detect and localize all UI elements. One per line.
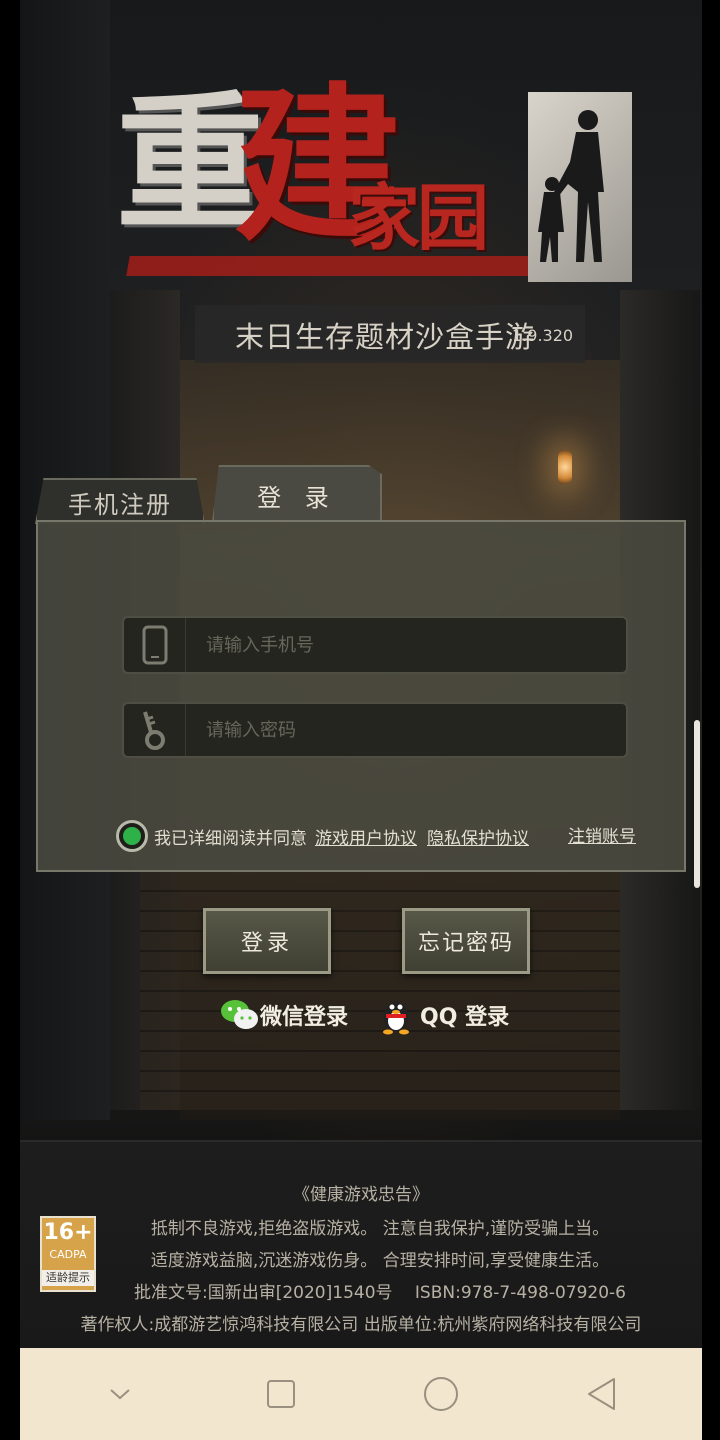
phone-field — [122, 616, 628, 674]
age-rating-org: CADPA — [49, 1248, 87, 1261]
cancel-account-link[interactable]: 注销账号 — [568, 822, 636, 847]
wechat-login-label: 微信登录 — [260, 1005, 349, 1030]
login-panel: 我已详细阅读并同意 游戏用户协议 隐私保护协议 注销账号 — [36, 520, 686, 872]
age-rating-badge[interactable]: 16+ CADPA 适龄提示 — [40, 1216, 96, 1292]
qq-login-button[interactable]: QQ 登录 — [378, 995, 509, 1035]
game-logo: 重 建 家园 — [116, 82, 636, 290]
nav-back-button[interactable] — [572, 1364, 632, 1424]
approval-number-line: 批准文号:国新出审[2020]1540号 ISBN:978-7-498-0792… — [134, 1283, 626, 1303]
phone-input[interactable] — [186, 618, 626, 672]
login-button[interactable]: 登录 — [203, 908, 331, 974]
password-input[interactable] — [186, 704, 626, 756]
corridor-floor — [140, 870, 620, 1110]
tab-phone-register[interactable]: 手机注册 — [35, 478, 205, 524]
agree-checkbox[interactable] — [116, 820, 148, 852]
forgot-password-button[interactable]: 忘记密码 — [402, 908, 530, 974]
health-advice-line-1: 抵制不良游戏,拒绝盗版游戏。 注意自我保护,谨防受骗上当。 — [150, 1219, 610, 1239]
age-rating-tip: 适龄提示 — [42, 1270, 94, 1286]
wall-lamp — [558, 450, 572, 484]
agree-text: 我已详细阅读并同意 — [154, 828, 307, 849]
game-subtitle: 末日生存题材沙盒手游 — [235, 320, 536, 354]
user-agreement-link[interactable]: 游戏用户协议 — [315, 824, 417, 849]
system-navigation-bar — [20, 1348, 702, 1440]
privacy-agreement-link[interactable]: 隐私保护协议 — [427, 824, 529, 849]
wechat-icon — [221, 1000, 258, 1029]
qq-login-label: QQ 登录 — [420, 1005, 510, 1030]
triangle-back-icon — [587, 1378, 615, 1410]
key-icon — [124, 704, 186, 756]
game-background: 重 建 家园 末日生存题材沙盒手游 1.9.320 手机注册 登 录 请输入手机… — [20, 0, 702, 1348]
scrollbar-thumb[interactable] — [694, 720, 700, 888]
nav-collapse-button[interactable] — [90, 1364, 150, 1424]
qq-penguin-icon — [383, 1002, 409, 1035]
tab-login[interactable]: 登 录 — [212, 465, 382, 523]
wechat-login-button[interactable]: 微信登录 — [220, 995, 348, 1035]
logo-silhouette-block — [528, 92, 632, 282]
health-advice-line-2: 适度游戏益脑,沉迷游戏伤身。 合理安排时间,享受健康生活。 — [150, 1251, 610, 1271]
phone-icon — [124, 618, 186, 672]
age-rating-number: 16+ — [43, 1220, 93, 1245]
circle-icon — [424, 1377, 459, 1411]
checkbox-checked-dot — [123, 827, 141, 845]
nav-recents-button[interactable] — [251, 1364, 311, 1424]
nav-home-button[interactable] — [411, 1364, 471, 1424]
logo-chars-small: 家园 — [348, 176, 489, 260]
family-silhouette-icon — [538, 110, 604, 262]
copyright-line: 著作权人:成都游艺惊鸿科技有限公司 出版单位:杭州紫府网络科技有限公司 — [80, 1315, 642, 1335]
health-advice-title: 《健康游戏忠告》 — [293, 1185, 429, 1205]
password-field — [122, 702, 628, 758]
screen: 重 建 家园 末日生存题材沙盒手游 1.9.320 手机注册 登 录 请输入手机… — [0, 0, 720, 1440]
version-label: 1.9.320 — [512, 326, 574, 345]
square-icon — [266, 1380, 295, 1408]
chevron-down-icon — [110, 1389, 130, 1400]
